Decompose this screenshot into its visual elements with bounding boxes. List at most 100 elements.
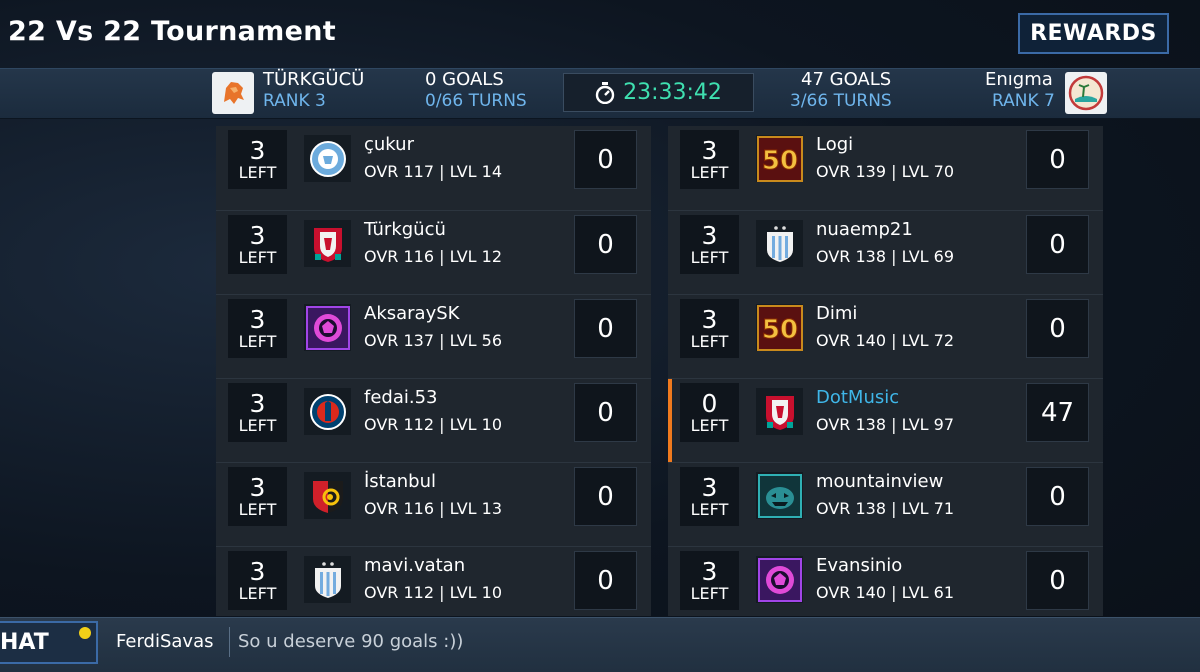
- player-avatar[interactable]: [756, 220, 803, 267]
- player-name: Dimi: [816, 303, 858, 324]
- svg-text:50: 50: [761, 315, 797, 345]
- turns-left-box: 3 LEFT: [228, 551, 287, 610]
- home-goals: 0 GOALS: [425, 69, 504, 90]
- away-team-rank: RANK 7: [992, 91, 1055, 111]
- turns-left-box: 0 LEFT: [680, 383, 739, 442]
- liverpool-crest-icon: [311, 224, 345, 264]
- home-player-list: 3 LEFT çukur OVR 117 | LVL 14 0 3 LEFT Türkgücü…: [216, 126, 651, 616]
- player-avatar[interactable]: [756, 556, 803, 603]
- player-row[interactable]: 3 LEFT mountainview OVR 138 | LVL 71 0: [668, 462, 1103, 546]
- player-avatar[interactable]: [304, 220, 351, 267]
- turns-left-count: 3: [249, 473, 266, 502]
- countdown-timer: 23:33:42: [563, 73, 754, 112]
- player-row[interactable]: 0 LEFT DotMusic OVR 138 | LVL 97 47: [668, 378, 1103, 463]
- player-name: İstanbul: [364, 471, 437, 492]
- turns-left-label: LEFT: [238, 248, 277, 267]
- player-avatar[interactable]: [304, 388, 351, 435]
- turns-left-box: 3 LEFT: [680, 551, 739, 610]
- player-stats: OVR 116 | LVL 13: [364, 499, 503, 518]
- chat-message: So u deserve 90 goals :)): [238, 631, 464, 652]
- player-row[interactable]: 3 LEFT çukur OVR 117 | LVL 14 0: [216, 126, 651, 210]
- player-avatar[interactable]: 5050: [756, 135, 803, 182]
- player-row[interactable]: 3 LEFT AksaraySK OVR 137 | LVL 56 0: [216, 294, 651, 378]
- player-avatar[interactable]: [304, 556, 351, 603]
- player-stats: OVR 116 | LVL 12: [364, 247, 503, 266]
- player-name: Evansinio: [816, 555, 903, 576]
- player-score: 0: [574, 130, 637, 189]
- page-title: 22 Vs 22 Tournament: [8, 16, 336, 47]
- turns-left-label: LEFT: [690, 163, 729, 182]
- chat-divider: [229, 627, 230, 657]
- player-name: DotMusic: [816, 387, 900, 408]
- player-name: fedai.53: [364, 387, 438, 408]
- player-score: 0: [1026, 299, 1089, 358]
- turns-left-label: LEFT: [238, 584, 277, 603]
- away-team-crest[interactable]: [1065, 72, 1107, 114]
- turns-left-label: LEFT: [238, 163, 277, 182]
- away-team-name: Enıgma: [985, 69, 1053, 90]
- turns-left-box: 3 LEFT: [680, 299, 739, 358]
- player-avatar[interactable]: [304, 135, 351, 182]
- manchester-city-crest-icon: [309, 140, 347, 178]
- purple-ball-badge-icon: [305, 305, 350, 350]
- player-avatar[interactable]: [304, 304, 351, 351]
- player-score: 0: [1026, 130, 1089, 189]
- player-row[interactable]: 3 LEFT nuaemp21 OVR 138 | LVL 69 0: [668, 210, 1103, 294]
- svg-text:50: 50: [761, 146, 797, 176]
- rewards-button[interactable]: REWARDS: [1018, 13, 1169, 54]
- turns-left-label: LEFT: [238, 416, 277, 435]
- turns-left-label: LEFT: [690, 248, 729, 267]
- purple-ball-badge-icon: [757, 557, 802, 602]
- home-team-rank: RANK 3: [263, 91, 326, 111]
- fifty-badge-icon: 50: [756, 304, 803, 351]
- away-goals: 47 GOALS: [801, 69, 892, 90]
- argentina-crest-icon: [311, 560, 345, 600]
- active-turn-indicator: [668, 379, 672, 463]
- turns-left-count: 3: [249, 389, 266, 418]
- player-stats: OVR 138 | LVL 69: [816, 247, 955, 266]
- turns-left-box: 3 LEFT: [680, 130, 739, 189]
- away-turns: 3/66 TURNS: [790, 91, 892, 111]
- player-stats: OVR 140 | LVL 61: [816, 583, 955, 602]
- player-row[interactable]: 3LEFT 5050 Dimi OVR 140 | LVL 72 0: [668, 294, 1103, 378]
- home-team-name: TÜRKGÜCÜ: [263, 69, 365, 90]
- player-name: çukur: [364, 134, 414, 155]
- turns-left-count: 3: [249, 136, 266, 165]
- player-row[interactable]: 3LEFT 5050 Logi OVR 139 | LVL 70 0: [668, 126, 1103, 210]
- pumpkin-badge-icon: [757, 473, 802, 518]
- turns-left-label: LEFT: [238, 332, 277, 351]
- home-turns: 0/66 TURNS: [425, 91, 527, 111]
- argentina-crest-icon: [763, 224, 797, 264]
- player-score: 0: [574, 299, 637, 358]
- turns-left-count: 3: [249, 221, 266, 250]
- player-stats: OVR 139 | LVL 70: [816, 162, 955, 181]
- turns-left-count: 3: [701, 473, 718, 502]
- player-name: nuaemp21: [816, 219, 913, 240]
- player-row[interactable]: 3 LEFT fedai.53 OVR 112 | LVL 10 0: [216, 378, 651, 462]
- player-row[interactable]: 3 LEFT İstanbul OVR 116 | LVL 13 0: [216, 462, 651, 546]
- player-avatar[interactable]: [756, 472, 803, 519]
- turns-left-count: 0: [701, 389, 718, 418]
- player-name: mountainview: [816, 471, 944, 492]
- timer-value: 23:33:42: [623, 80, 722, 105]
- player-score: 0: [574, 551, 637, 610]
- player-name: Türkgücü: [364, 219, 446, 240]
- home-team-crest[interactable]: [212, 72, 254, 114]
- turns-left-box: 3 LEFT: [228, 130, 287, 189]
- player-name: AksaraySK: [364, 303, 460, 324]
- psg-crest-icon: [309, 393, 347, 431]
- fifty-badge-icon: 50: [756, 135, 803, 182]
- player-avatar[interactable]: 5050: [756, 304, 803, 351]
- player-score: 0: [574, 467, 637, 526]
- istanbulspor-crest-icon: [309, 477, 347, 515]
- turns-left-label: LEFT: [238, 500, 277, 519]
- player-avatar[interactable]: [756, 388, 803, 435]
- turns-left-box: 3 LEFT: [228, 383, 287, 442]
- player-row[interactable]: 3 LEFT Türkgücü OVR 116 | LVL 12 0: [216, 210, 651, 294]
- player-name: Logi: [816, 134, 854, 155]
- player-stats: OVR 112 | LVL 10: [364, 415, 503, 434]
- player-avatar[interactable]: [304, 472, 351, 519]
- player-name: mavi.vatan: [364, 555, 466, 576]
- player-stats: OVR 140 | LVL 72: [816, 331, 955, 350]
- chat-notification-dot: [79, 627, 91, 639]
